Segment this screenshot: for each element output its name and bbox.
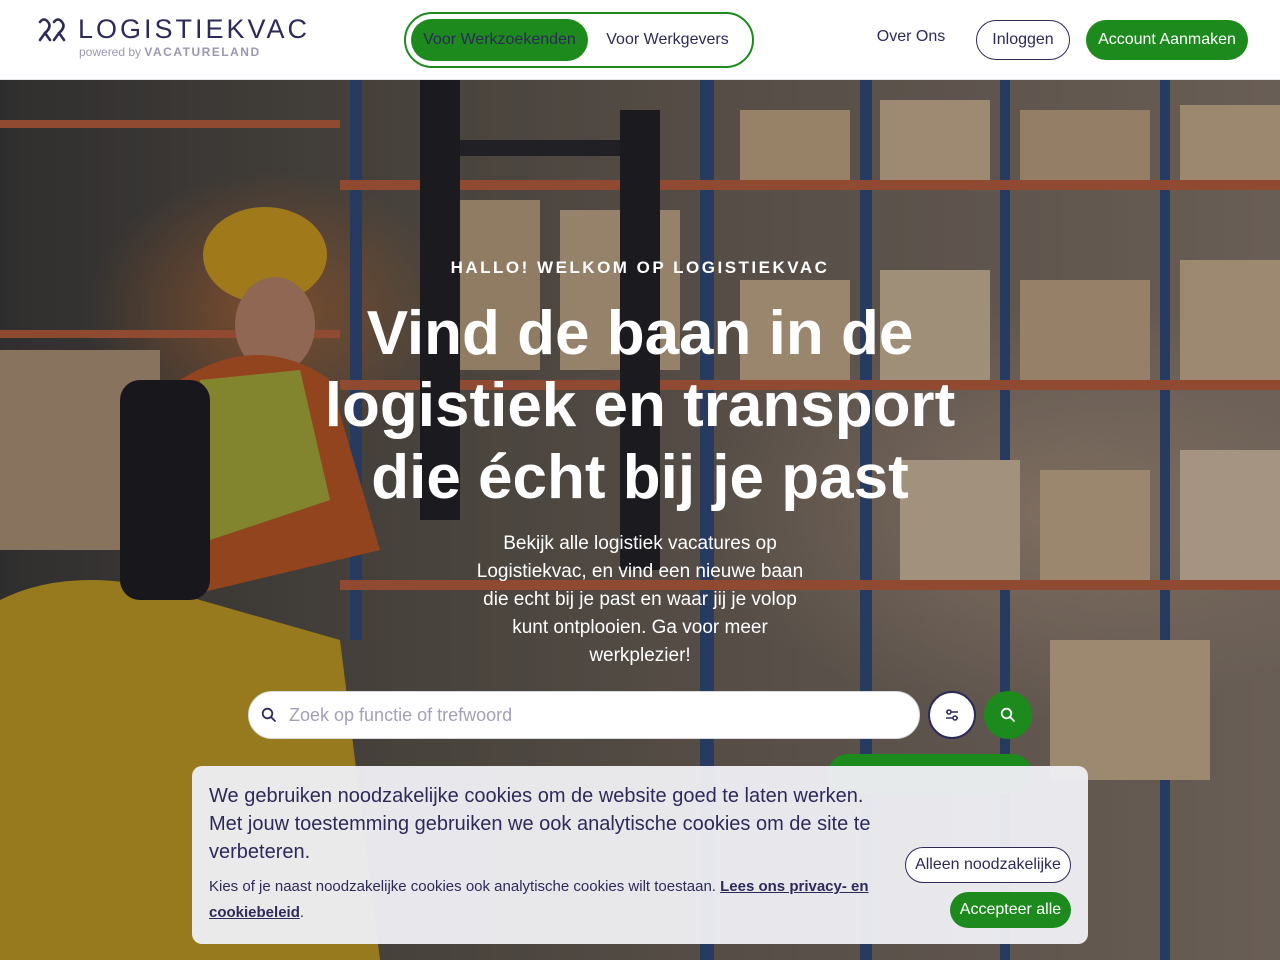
search-icon [1000, 707, 1015, 722]
logo[interactable]: LOGISTIEKVAC powered by VACATURELAND [36, 14, 311, 59]
necessary-only-button[interactable]: Alleen noodzakelijke [905, 847, 1071, 883]
cookie-message: We gebruiken noodzakelijke cookies om de… [209, 785, 871, 863]
hero-description: Bekijk alle logistiek vacatures op Logis… [476, 533, 804, 666]
search-icon [249, 691, 289, 739]
hero-kicker: HALLO! WELKOM OP LOGISTIEKVAC [450, 258, 830, 277]
cookie-sub-message: Kies of je naast noodzakelijke cookies o… [209, 874, 889, 926]
search-input[interactable] [289, 692, 899, 738]
logo-powered-by: powered by VACATURELAND [79, 45, 261, 59]
site-header: LOGISTIEKVAC powered by VACATURELAND Voo… [0, 0, 1280, 80]
logo-mark-icon [38, 17, 66, 41]
login-button[interactable]: Inloggen [976, 20, 1070, 60]
nav-about-us[interactable]: Over Ons [866, 28, 956, 46]
cookie-sub-suffix: . [299, 904, 305, 921]
logo-powered-brand: VACATURELAND [144, 45, 261, 59]
tab-job-seekers[interactable]: Voor Werkzoekenden [411, 19, 588, 61]
logo-text: LOGISTIEKVAC [78, 14, 311, 44]
logo-powered-prefix: powered by [79, 45, 142, 59]
search-submit-button[interactable] [984, 691, 1032, 739]
tab-employers[interactable]: Voor Werkgevers [588, 19, 747, 61]
job-search-bar [248, 691, 920, 739]
cookie-banner: We gebruiken noodzakelijke cookies om de… [192, 766, 1088, 944]
cookie-sub-text: Kies of je naast noodzakelijke cookies o… [209, 878, 716, 895]
accept-all-button[interactable]: Accepteer alle [950, 892, 1071, 928]
filter-sliders-icon [946, 709, 958, 721]
filter-button[interactable] [928, 691, 976, 739]
hero-title: Vind de baan in de logistiek en transpor… [324, 299, 956, 512]
create-account-button[interactable]: Account Aanmaken [1086, 20, 1248, 60]
audience-toggle: Voor Werkzoekenden Voor Werkgevers [404, 12, 754, 68]
